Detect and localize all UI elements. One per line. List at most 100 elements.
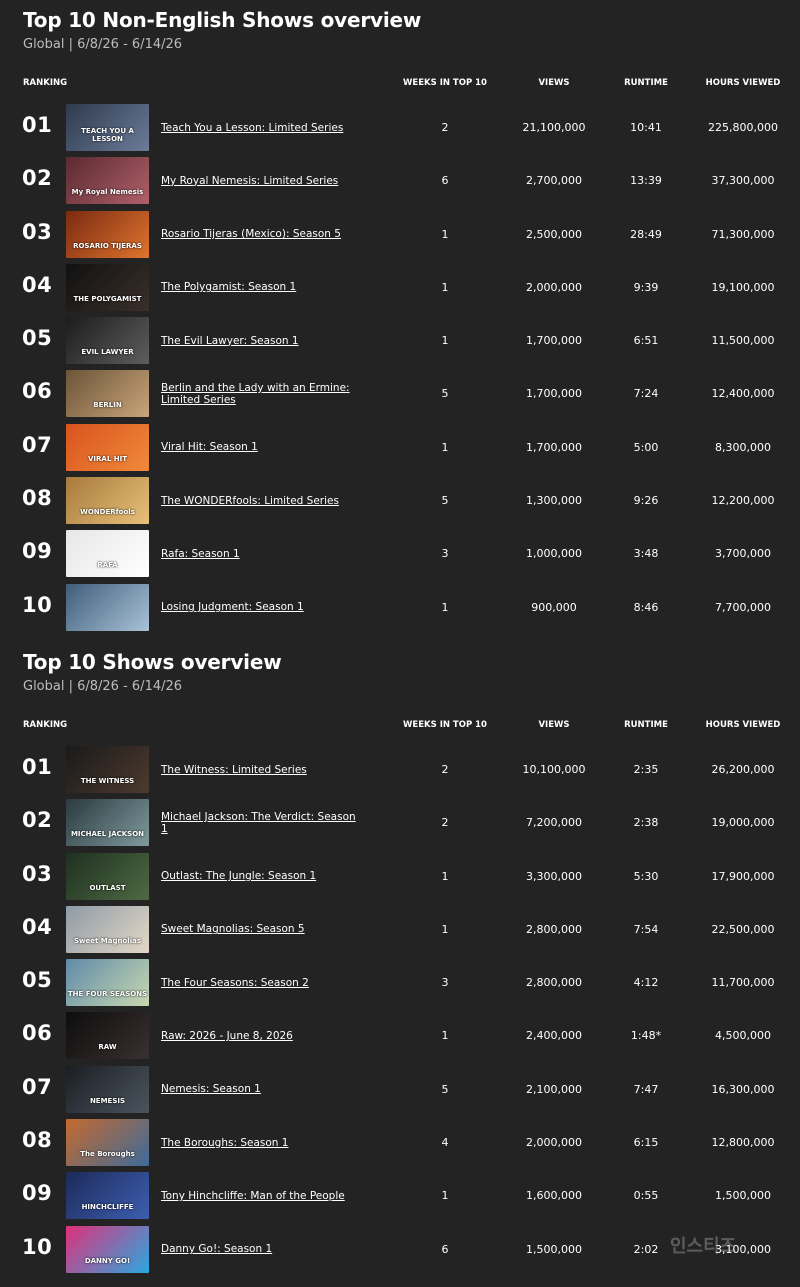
show-thumbnail[interactable]: [66, 583, 149, 631]
rank-number: 03: [22, 861, 53, 886]
show-title-link[interactable]: Michael Jackson: The Verdict: Season 1: [161, 796, 361, 849]
table-row[interactable]: 06 BERLIN Berlin and the Lady with an Ermi…: [0, 367, 800, 420]
runtime-cell: 6:15: [633, 1136, 659, 1150]
show-title-link[interactable]: Viral Hit: Season 1: [161, 421, 361, 474]
thumbnail-logo-text: DANNY GO!: [84, 1256, 131, 1265]
show-title-link[interactable]: Berlin and the Lady with an Ermine: Limi…: [161, 367, 361, 420]
show-title-link[interactable]: Nemesis: Season 1: [161, 1063, 361, 1116]
hours-viewed-cell: 16,300,000: [711, 1082, 775, 1096]
show-thumbnail[interactable]: HINCHCLIFFE: [66, 1172, 149, 1220]
show-title-link[interactable]: Rosario Tijeras (Mexico): Season 5: [161, 208, 361, 261]
weeks-in-top10-cell: 5: [441, 387, 449, 401]
show-title-link[interactable]: Outlast: The Jungle: Season 1: [161, 850, 361, 903]
views-cell: 21,100,000: [522, 121, 586, 134]
hours-viewed-cell: 7,700,000: [715, 600, 771, 614]
views-cell: 1,000,000: [526, 547, 582, 561]
views-cell: 1,700,000: [526, 334, 582, 348]
table-row[interactable]: 05 EVIL LAWYER The Evil Lawyer: Season 1 11…: [0, 314, 800, 367]
thumbnail-logo-text: VIRAL HIT: [88, 454, 127, 463]
show-thumbnail[interactable]: My Royal Nemesis: [66, 157, 149, 205]
views-cell: 900,000: [531, 600, 577, 614]
show-title-link[interactable]: My Royal Nemesis: Limited Series: [161, 154, 361, 207]
table-row[interactable]: 10 Losing Judgment: Season 1 1 900,000 8:46 7…: [0, 581, 800, 634]
show-thumbnail[interactable]: DANNY GO!: [66, 1225, 149, 1273]
show-title-link[interactable]: The Polygamist: Season 1: [161, 261, 361, 314]
runtime-cell: 9:26: [633, 494, 659, 508]
rank-number: 10: [22, 592, 53, 617]
weeks-in-top10-cell: 3: [441, 547, 449, 561]
show-title-link[interactable]: Raw: 2026 - June 8, 2026: [161, 1009, 361, 1062]
table-row[interactable]: 02 My Royal Nemesis My Royal Nemesis: Limi…: [0, 154, 800, 207]
show-thumbnail[interactable]: TEACH YOU A LESSON: [66, 104, 149, 151]
show-title-link[interactable]: The Boroughs: Season 1: [161, 1116, 361, 1169]
rank-number: 05: [22, 326, 53, 351]
views-cell: 2,500,000: [526, 227, 582, 241]
table-row[interactable]: 09 RAFA Rafa: Season 1 3 1,000,000 3:48 3,700,…: [0, 527, 800, 580]
table-row[interactable]: 01 THE WITNESS The Witness: Limited Series…: [0, 743, 800, 796]
table-row[interactable]: 08 The Boroughs The Boroughs: Season 1 4 2,0…: [0, 1116, 800, 1169]
runtime-cell: 7:47: [633, 1082, 659, 1096]
runtime-cell: 2:35: [633, 763, 659, 776]
show-title-link[interactable]: The Four Seasons: Season 2: [161, 956, 361, 1009]
thumbnail-logo-text: My Royal Nemesis: [71, 188, 144, 197]
show-thumbnail[interactable]: ROSARIO TIJERAS: [66, 210, 149, 258]
table-row[interactable]: 01 TEACH YOU A LESSON Teach You a Lesson: …: [0, 101, 800, 154]
rank-number: 02: [22, 808, 53, 833]
table-row[interactable]: 03 OUTLAST Outlast: The Jungle: Season 1 1 3…: [0, 850, 800, 903]
show-thumbnail[interactable]: THE FOUR SEASONS: [66, 959, 149, 1007]
table-row[interactable]: 04 Sweet Magnolias Sweet Magnolias: Season…: [0, 903, 800, 956]
show-title-link[interactable]: The Witness: Limited Series: [161, 743, 361, 796]
show-thumbnail[interactable]: MICHAEL JACKSON: [66, 799, 149, 847]
table-row[interactable]: 02 MICHAEL JACKSON Michael Jackson: The Ve…: [0, 796, 800, 849]
show-thumbnail[interactable]: Sweet Magnolias: [66, 905, 149, 953]
weeks-in-top10-cell: 1: [441, 280, 449, 294]
runtime-cell: 28:49: [630, 227, 662, 241]
show-thumbnail[interactable]: RAFA: [66, 530, 149, 578]
show-thumbnail[interactable]: VIRAL HIT: [66, 423, 149, 471]
table-row[interactable]: 07 NEMESIS Nemesis: Season 1 5 2,100,000 7:47…: [0, 1063, 800, 1116]
column-header-ranking: RANKING: [23, 720, 68, 730]
show-title-link[interactable]: Losing Judgment: Season 1: [161, 581, 361, 634]
hours-viewed-cell: 1,500,000: [715, 1189, 771, 1203]
show-title-link[interactable]: Teach You a Lesson: Limited Series: [161, 101, 361, 154]
show-thumbnail[interactable]: WONDERfools: [66, 477, 149, 525]
table-row[interactable]: 06 RAW Raw: 2026 - June 8, 2026 1 2,400,000 1…: [0, 1009, 800, 1062]
show-thumbnail[interactable]: OUTLAST: [66, 852, 149, 900]
table-row[interactable]: 03 ROSARIO TIJERAS Rosario Tijeras (Mexico…: [0, 208, 800, 261]
show-thumbnail[interactable]: NEMESIS: [66, 1065, 149, 1113]
show-title-link[interactable]: Tony Hinchcliffe: Man of the People: [161, 1169, 361, 1222]
column-header-weeks: WEEKS IN TOP 10: [403, 78, 487, 88]
thumbnail-logo-text: ROSARIO TIJERAS: [73, 241, 142, 250]
rank-number: 04: [22, 272, 53, 297]
table-row[interactable]: 08 WONDERfools The WONDERfools: Limited Se…: [0, 474, 800, 527]
rank-number: 05: [22, 968, 53, 993]
hours-viewed-cell: 37,300,000: [711, 174, 775, 188]
show-title-link[interactable]: The WONDERfools: Limited Series: [161, 474, 361, 527]
column-header-runtime: RUNTIME: [624, 78, 668, 88]
show-thumbnail[interactable]: The Boroughs: [66, 1119, 149, 1167]
show-thumbnail[interactable]: BERLIN: [66, 370, 149, 418]
table-row[interactable]: 07 VIRAL HIT Viral Hit: Season 1 1 1,700,000…: [0, 421, 800, 474]
show-title-link[interactable]: Rafa: Season 1: [161, 527, 361, 580]
show-thumbnail[interactable]: EVIL LAWYER: [66, 317, 149, 365]
column-header-hours: HOURS VIEWED: [705, 78, 781, 88]
rank-number: 01: [22, 113, 53, 137]
hours-viewed-cell: 11,500,000: [711, 334, 775, 348]
table-row[interactable]: 09 HINCHCLIFFE Tony Hinchcliffe: Man of th…: [0, 1169, 800, 1222]
runtime-cell: 3:48: [633, 547, 659, 561]
ranking-table: 01 TEACH YOU A LESSON Teach You a Lesson: …: [0, 101, 800, 634]
runtime-cell: 7:54: [633, 922, 659, 936]
rank-number: 03: [22, 219, 53, 244]
hours-viewed-cell: 71,300,000: [711, 227, 775, 241]
hours-viewed-cell: 22,500,000: [711, 922, 775, 936]
hours-viewed-cell: 19,100,000: [711, 280, 775, 294]
table-row[interactable]: 04 THE POLYGAMIST The Polygamist: Season 1…: [0, 261, 800, 314]
show-thumbnail[interactable]: RAW: [66, 1012, 149, 1060]
show-thumbnail[interactable]: THE POLYGAMIST: [66, 263, 149, 311]
table-row[interactable]: 05 THE FOUR SEASONS The Four Seasons: Seas…: [0, 956, 800, 1009]
show-title-link[interactable]: Danny Go!: Season 1: [161, 1223, 361, 1276]
show-thumbnail[interactable]: THE WITNESS: [66, 746, 149, 793]
weeks-in-top10-cell: 5: [441, 1082, 449, 1096]
show-title-link[interactable]: The Evil Lawyer: Season 1: [161, 314, 361, 367]
show-title-link[interactable]: Sweet Magnolias: Season 5: [161, 903, 361, 956]
